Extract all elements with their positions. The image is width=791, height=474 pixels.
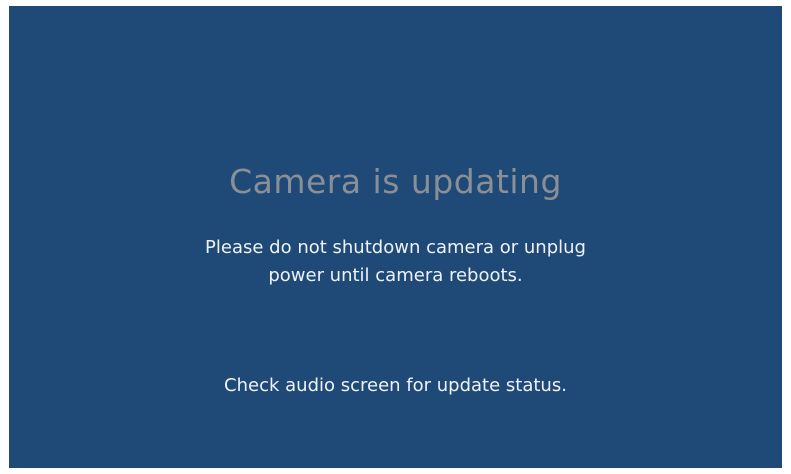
update-warning-message: Please do not shutdown camera or unplug … — [9, 234, 782, 290]
update-title: Camera is updating — [229, 162, 562, 201]
status-hint-text: Check audio screen for update status. — [224, 375, 567, 396]
warning-line-2: power until camera reboots. — [268, 265, 523, 286]
warning-line-1: Please do not shutdown camera or unplug — [205, 237, 586, 258]
update-screen: Camera is updating Please do not shutdow… — [9, 6, 782, 468]
